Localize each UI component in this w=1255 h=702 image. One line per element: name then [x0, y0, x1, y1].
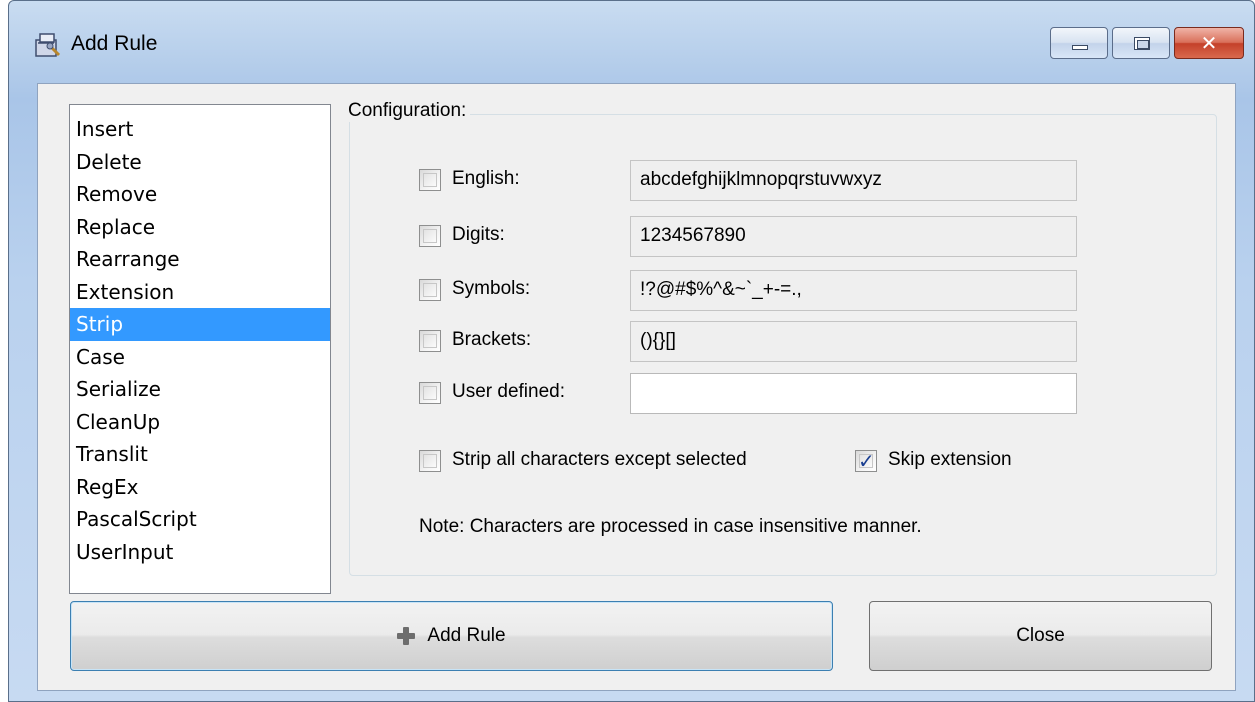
skip-extension-checkbox[interactable] [855, 449, 877, 473]
caption-buttons: ✕ [1050, 27, 1244, 59]
rule-item-extension[interactable]: Extension [70, 276, 330, 309]
brackets-label: Brackets: [452, 329, 532, 350]
add-rule-button-label: Add Rule [427, 625, 506, 646]
rule-item-strip[interactable]: Strip [70, 308, 330, 341]
brackets-checkbox[interactable] [419, 330, 441, 352]
symbols-label: Symbols: [452, 278, 531, 299]
close-button[interactable]: Close [869, 601, 1212, 671]
rule-item-cleanup[interactable]: CleanUp [70, 406, 330, 439]
strip-except-option: Strip all characters except selected [419, 442, 839, 482]
symbols-characters-field: !?@#$%^&~`_+-=., [630, 270, 1077, 311]
rule-item-remove[interactable]: Remove [70, 178, 330, 211]
user-defined-label: User defined: [452, 381, 566, 402]
minimize-icon [1072, 45, 1088, 50]
english-checkbox[interactable] [419, 169, 441, 191]
rule-list[interactable]: Insert Delete Remove Replace Rearrange E… [69, 104, 331, 594]
rule-item-case[interactable]: Case [70, 341, 330, 374]
case-note: Note: Characters are processed in case i… [419, 516, 922, 537]
rule-item-userinput[interactable]: UserInput [70, 536, 330, 569]
english-row: English: abcdefghijklmnopqrstuvwxyz [419, 160, 1079, 201]
digits-label: Digits: [452, 224, 505, 245]
configuration-label: Configuration: [348, 100, 471, 122]
user-defined-input[interactable] [630, 373, 1077, 414]
rule-item-serialize[interactable]: Serialize [70, 373, 330, 406]
toolbox-icon [35, 33, 61, 57]
add-rule-button[interactable]: Add Rule [70, 601, 833, 671]
rule-item-pascalscript[interactable]: PascalScript [70, 503, 330, 536]
close-icon: ✕ [1200, 31, 1218, 55]
digits-characters-field: 1234567890 [630, 216, 1077, 257]
rule-item-insert[interactable]: Insert [70, 113, 330, 146]
strip-except-checkbox[interactable] [419, 450, 441, 472]
client-area: Insert Delete Remove Replace Rearrange E… [37, 83, 1236, 691]
maximize-icon [1134, 37, 1150, 50]
close-window-button[interactable]: ✕ [1174, 27, 1244, 59]
minimize-button[interactable] [1050, 27, 1108, 59]
english-characters-field: abcdefghijklmnopqrstuvwxyz [630, 160, 1077, 201]
digits-row: Digits: 1234567890 [419, 216, 1079, 257]
rule-item-regex[interactable]: RegEx [70, 471, 330, 504]
english-label: English: [452, 168, 520, 189]
rule-item-delete[interactable]: Delete [70, 146, 330, 179]
brackets-row: Brackets: (){}[] [419, 321, 1079, 362]
close-button-label: Close [1016, 625, 1065, 646]
skip-extension-option: Skip extension [855, 442, 1075, 482]
digits-checkbox[interactable] [419, 225, 441, 247]
window-title: Add Rule [71, 32, 158, 55]
user-defined-checkbox[interactable] [419, 382, 441, 404]
brackets-characters-field: (){}[] [630, 321, 1077, 362]
skip-extension-label: Skip extension [888, 449, 1012, 470]
add-rule-window: Add Rule ✕ Insert Delete Remove Replace … [8, 0, 1255, 702]
strip-except-label: Strip all characters except selected [452, 449, 747, 470]
user-defined-row: User defined: [419, 373, 1079, 414]
maximize-button[interactable] [1112, 27, 1170, 59]
symbols-checkbox[interactable] [419, 279, 441, 301]
rule-item-replace[interactable]: Replace [70, 211, 330, 244]
rule-item-rearrange[interactable]: Rearrange [70, 243, 330, 276]
plus-icon [397, 627, 416, 645]
title-bar: Add Rule ✕ [9, 1, 1254, 81]
rule-item-translit[interactable]: Translit [70, 438, 330, 471]
symbols-row: Symbols: !?@#$%^&~`_+-=., [419, 270, 1079, 311]
